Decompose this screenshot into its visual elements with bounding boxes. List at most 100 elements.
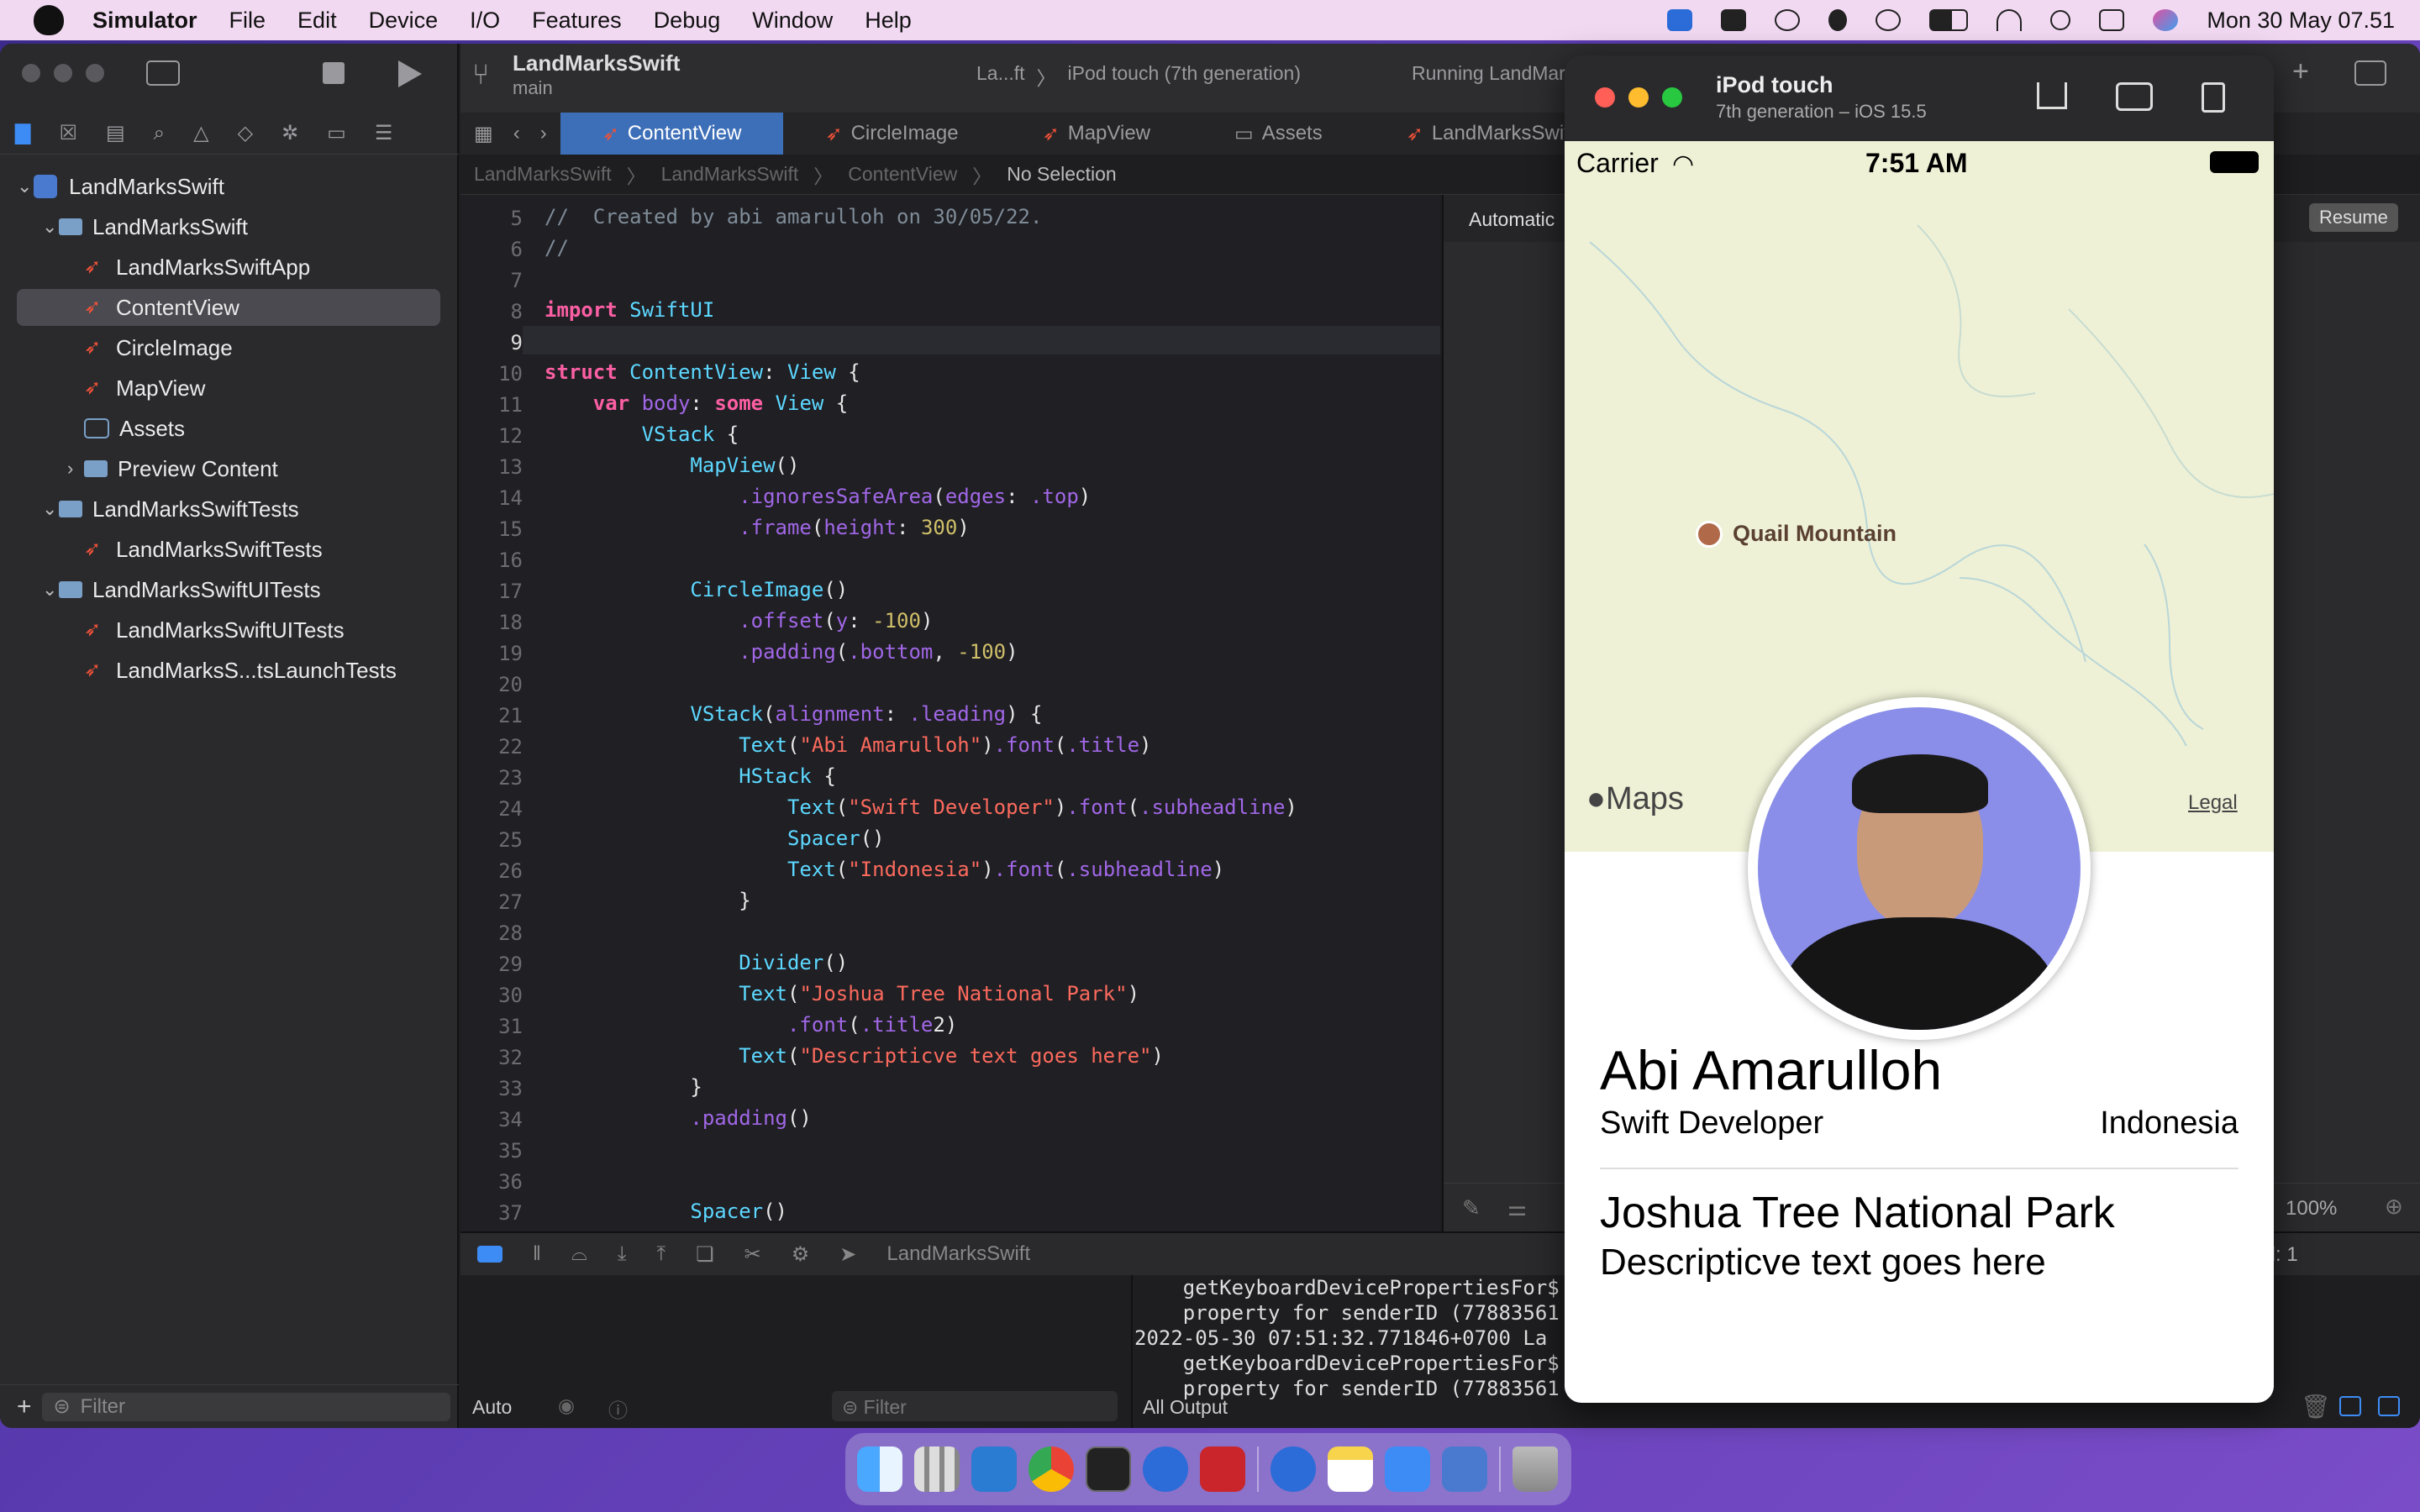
tab-mapview[interactable]: ➶ MapView xyxy=(1001,113,1192,155)
trash-icon[interactable]: 🗑 xyxy=(2301,1393,2331,1420)
legal-link[interactable]: Legal xyxy=(2188,791,2238,815)
terminal-icon[interactable] xyxy=(1086,1446,1131,1492)
code-line[interactable]: // Created by abi amarulloh on 30/05/22. xyxy=(544,205,1042,228)
accessibility-icon[interactable] xyxy=(1775,9,1801,31)
code-line[interactable]: } xyxy=(544,1075,702,1099)
settings-icon[interactable]: ⚌ xyxy=(1507,1195,1527,1221)
disclosure-expanded-icon[interactable]: ⌄ xyxy=(42,216,59,238)
play-icon[interactable] xyxy=(1876,9,1902,31)
siri-icon[interactable] xyxy=(2153,9,2179,31)
code-line[interactable]: Divider() xyxy=(544,951,848,974)
mountain-icon[interactable] xyxy=(1696,521,1723,548)
menu-app-name[interactable]: Simulator xyxy=(92,8,197,34)
close-button[interactable] xyxy=(1595,87,1615,108)
run-button[interactable] xyxy=(398,60,422,87)
screenshot-icon[interactable] xyxy=(2116,82,2153,111)
notification-icon[interactable] xyxy=(1721,9,1747,31)
left-pane-icon[interactable] xyxy=(2339,1396,2361,1416)
tree-item[interactable]: ⌄ LandMarksSwift xyxy=(0,208,459,245)
source-control-icon[interactable]: ☒ xyxy=(59,121,77,145)
navigator-filter-input[interactable]: ⊜ Filter xyxy=(41,1392,450,1421)
tab-circleimage[interactable]: ➶ CircleImage xyxy=(783,113,1000,155)
tree-item[interactable]: ➶ CircleImage xyxy=(0,329,459,366)
code-line[interactable]: // xyxy=(544,236,569,260)
report-icon[interactable]: ☰ xyxy=(375,121,393,145)
code-line[interactable]: .padding(.bottom, -100) xyxy=(544,640,1018,664)
issue-icon[interactable]: △ xyxy=(193,121,208,145)
debug-icon[interactable]: ✲ xyxy=(281,121,298,145)
code-line[interactable]: VStack(alignment: .leading) { xyxy=(544,702,1042,726)
map-place-label[interactable]: Quail Mountain xyxy=(1733,521,1897,547)
eye-icon[interactable]: ◉ xyxy=(558,1394,575,1417)
step-out-icon[interactable]: ⤒ xyxy=(657,1242,666,1266)
code-line[interactable]: .offset(y: -100) xyxy=(544,609,933,633)
wifi-icon[interactable] xyxy=(1996,9,2023,31)
code-line[interactable]: } xyxy=(544,889,750,912)
code-editor[interactable]: 5 // Created by abi amarulloh on 30/05/22… xyxy=(460,195,1440,1231)
tree-item[interactable]: ➶ LandMarksS...tsLaunchTests xyxy=(0,652,459,689)
maps-icon[interactable] xyxy=(1143,1446,1188,1492)
disclosure-collapsed-icon[interactable]: › xyxy=(67,458,84,480)
vscode-icon[interactable] xyxy=(971,1446,1017,1492)
xcode-icon[interactable] xyxy=(1385,1446,1430,1492)
code-line[interactable]: Text("Indonesia").font(.subheadline) xyxy=(544,858,1224,881)
code-line[interactable]: MapView() xyxy=(544,454,799,477)
code-line[interactable]: Text("Abi Amarulloh").font(.title) xyxy=(544,733,1151,757)
code-line[interactable]: Spacer() xyxy=(544,1200,787,1223)
launchpad-icon[interactable] xyxy=(914,1446,960,1492)
code-line[interactable]: .font(.title2) xyxy=(544,1013,957,1037)
tree-item[interactable]: ➶ LandMarksSwiftApp xyxy=(0,249,459,286)
code-line[interactable]: HStack { xyxy=(544,764,836,788)
rotate-icon[interactable] xyxy=(2202,82,2225,113)
menu-features[interactable]: Features xyxy=(532,8,622,34)
inspector-toggle-icon[interactable] xyxy=(2354,60,2386,86)
moon-icon[interactable] xyxy=(1828,9,1848,31)
disclosure-expanded-icon[interactable]: ⌄ xyxy=(42,498,59,520)
finder-icon[interactable] xyxy=(857,1446,902,1492)
tree-item[interactable]: ⌄ LandMarksSwiftTests xyxy=(0,491,459,528)
memory-graph-icon[interactable]: ✂ xyxy=(744,1242,761,1267)
menu-io[interactable]: I/O xyxy=(470,8,500,34)
jumpbar-file[interactable]: ContentView xyxy=(848,163,957,186)
zoom-button[interactable] xyxy=(86,64,104,82)
code-line[interactable]: VStack { xyxy=(544,423,739,446)
zoom-button[interactable] xyxy=(1662,87,1682,108)
filter-options-icon[interactable]: ⊜ xyxy=(54,1394,71,1419)
code-line[interactable]: Text("Swift Developer").font(.subheadlin… xyxy=(544,795,1297,819)
simulator-icon[interactable] xyxy=(1442,1446,1487,1492)
jumpbar-project[interactable]: LandMarksSwift xyxy=(474,163,612,186)
add-icon[interactable]: + xyxy=(17,1393,32,1421)
sidebar-toggle-icon[interactable] xyxy=(146,60,180,86)
tab-assets[interactable]: ▭ Assets xyxy=(1192,113,1365,155)
output-selector[interactable]: All Output xyxy=(1143,1396,1228,1419)
menu-window[interactable]: Window xyxy=(752,8,833,34)
search-icon[interactable] xyxy=(2050,10,2071,30)
control-center-icon[interactable] xyxy=(2099,9,2125,31)
tree-item[interactable]: ➶ LandMarksSwiftUITests xyxy=(0,612,459,648)
menu-help[interactable]: Help xyxy=(865,8,912,34)
tree-item[interactable]: ⌄ LandMarksSwift xyxy=(0,168,459,205)
close-button[interactable] xyxy=(22,64,40,82)
forward-icon[interactable]: › xyxy=(540,122,547,145)
folder-icon[interactable]: ▇ xyxy=(15,121,30,145)
environment-icon[interactable]: ⚙ xyxy=(792,1242,810,1267)
tree-item[interactable]: ➶ MapView xyxy=(0,370,459,407)
teamviewer-icon[interactable] xyxy=(1667,9,1693,31)
back-icon[interactable]: ‹ xyxy=(513,122,520,145)
step-in-icon[interactable]: ⤓ xyxy=(618,1242,627,1266)
breakpoint-icon[interactable]: ▭ xyxy=(327,121,346,145)
library-add-icon[interactable]: + xyxy=(2292,55,2309,88)
tree-item[interactable]: Assets xyxy=(0,410,459,447)
zoom-in-icon[interactable]: ⊕ xyxy=(2385,1194,2403,1220)
scheme-selector[interactable]: La...ft 〉 iPod touch (7th generation) xyxy=(976,62,1301,91)
minimize-button[interactable] xyxy=(1628,87,1649,108)
view-hierarchy-icon[interactable]: ❏ xyxy=(696,1242,714,1267)
code-line[interactable]: .frame(height: 300) xyxy=(544,516,970,539)
find-icon[interactable]: ⌕ xyxy=(154,122,165,145)
code-line[interactable]: Spacer() xyxy=(544,827,885,850)
code-line[interactable]: import SwiftUI xyxy=(544,298,714,322)
grid-icon[interactable]: ▦ xyxy=(474,122,493,146)
menu-file[interactable]: File xyxy=(229,8,266,34)
trash-icon[interactable] xyxy=(1512,1446,1558,1492)
minimize-button[interactable] xyxy=(54,64,72,82)
